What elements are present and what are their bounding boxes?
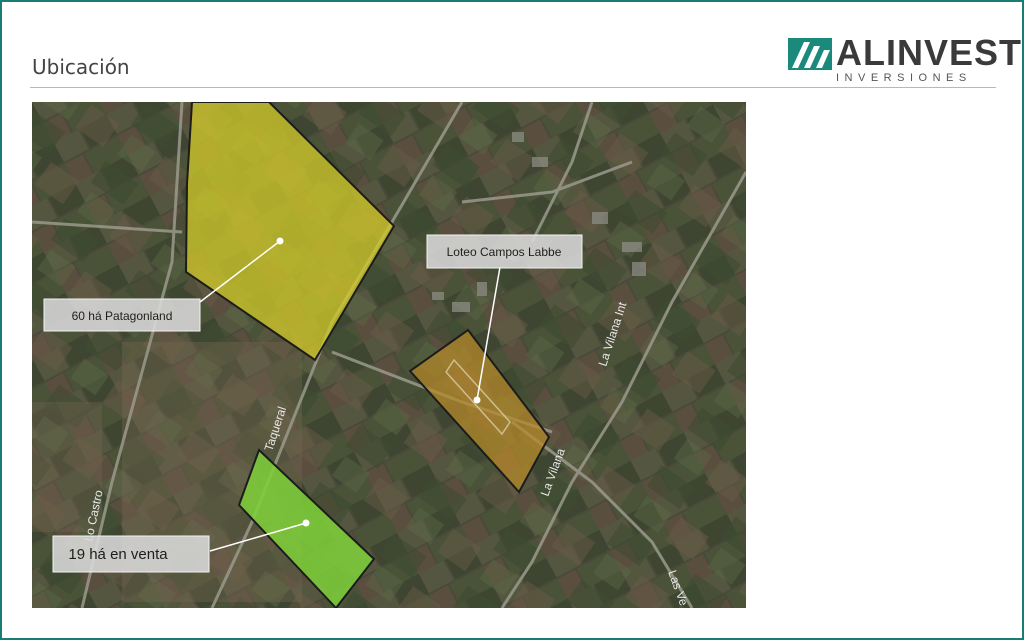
- page-title: Ubicación: [32, 55, 130, 79]
- company-logo: ALINVEST INVERSIONES: [788, 32, 1021, 90]
- callout-dot-campos-labbe: [473, 396, 481, 404]
- logo-mark-icon: [788, 38, 832, 70]
- callout-label-19-ha: 19 há en venta: [68, 546, 168, 563]
- callout-label-patagonland: 60 há Patagonland: [72, 309, 173, 323]
- satellite-map[interactable]: Lo Castro Taqueral La Vilana Int La Vila…: [32, 102, 746, 608]
- callout-dot-19-ha: [302, 519, 310, 527]
- callout-dot-patagonland: [276, 237, 284, 245]
- logo-name: ALINVEST: [836, 32, 1023, 73]
- callout-label-campos-labbe: Loteo Campos Labbe: [447, 245, 562, 259]
- logo-subtitle: INVERSIONES: [836, 72, 972, 84]
- title-divider: [30, 87, 996, 88]
